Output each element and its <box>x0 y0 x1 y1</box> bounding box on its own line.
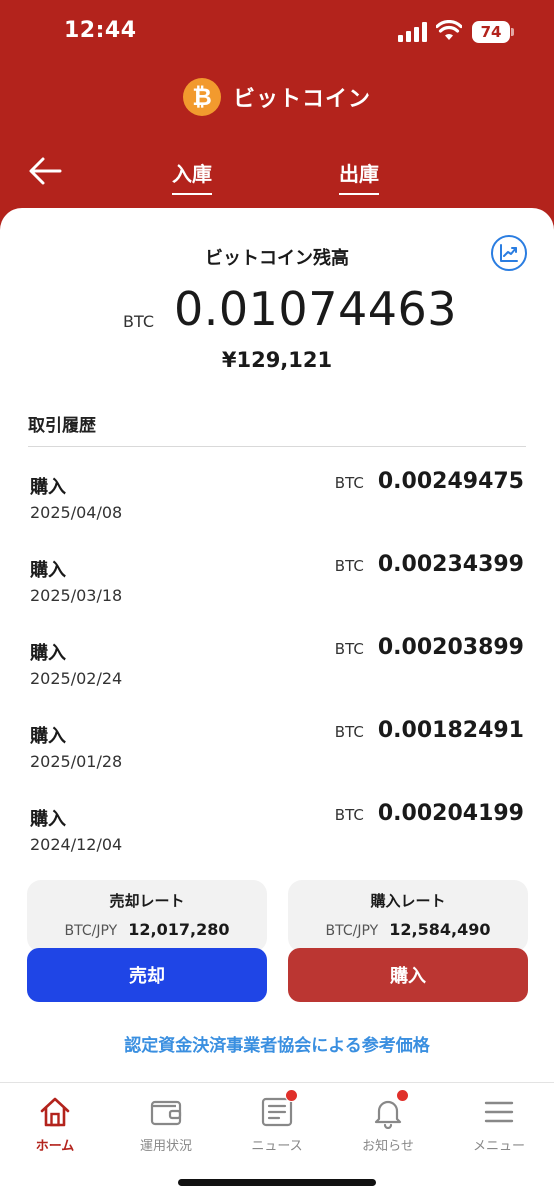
nav-label: ホーム <box>35 1139 75 1154</box>
status-bar: 12:44 74 <box>0 0 554 62</box>
balance-row: BTC 0.01074463 <box>0 282 554 342</box>
buy-rate-box: 購入レート BTC/JPY 12,584,490 <box>288 880 528 952</box>
nav-item-portfolio[interactable]: 運用状況 <box>116 1095 216 1154</box>
sell-rate-row: BTC/JPY 12,017,280 <box>27 920 267 939</box>
buy-rate-panel: 購入レート BTC/JPY 12,584,490 購入 <box>288 880 528 1002</box>
nav-label: メニュー <box>472 1139 525 1154</box>
list-item[interactable]: 購入 2025/04/08 BTC 0.00249475 <box>0 469 554 543</box>
nav-label: 運用状況 <box>139 1139 192 1154</box>
list-item[interactable]: 購入 2025/03/18 BTC 0.00234399 <box>0 552 554 626</box>
balance-jpy: ¥129,121 <box>221 348 333 372</box>
tx-amount-group: BTC 0.00249475 <box>335 469 524 494</box>
tx-date: 2025/04/08 <box>30 503 123 522</box>
history-title: 取引履歴 <box>28 416 96 436</box>
tx-amount-group: BTC 0.00204199 <box>335 801 524 826</box>
bell-icon <box>371 1089 409 1130</box>
tx-amount-group: BTC 0.00203899 <box>335 635 524 660</box>
tx-amount: 0.00182491 <box>377 718 524 743</box>
tx-amount: 0.00203899 <box>377 635 524 660</box>
battery-tip <box>511 28 514 36</box>
battery-level: 74 <box>480 23 502 41</box>
tx-unit: BTC <box>334 474 364 492</box>
list-item[interactable]: 購入 2024/12/04 BTC 0.00204199 <box>0 801 554 875</box>
reference-price-link[interactable]: 認定資金決済事業者協会による参考価格 <box>0 1031 554 1056</box>
sell-rate-panel: 売却レート BTC/JPY 12,017,280 売却 <box>27 880 267 1002</box>
balance-title: ビットコイン残高 <box>205 248 349 269</box>
sell-rate-pair: BTC/JPY <box>64 923 118 939</box>
notification-badge <box>396 1089 409 1102</box>
balance-unit: BTC <box>123 312 154 331</box>
tx-type: 購入 <box>30 809 66 830</box>
tx-date: 2025/02/24 <box>30 669 123 688</box>
buy-rate-value: 12,584,490 <box>389 920 491 939</box>
buy-rate-label: 購入レート <box>370 892 446 910</box>
nav-label: ニュース <box>251 1139 303 1154</box>
balance-amount: 0.01074463 <box>174 282 458 336</box>
notification-badge <box>285 1089 298 1102</box>
tx-amount-group: BTC 0.00234399 <box>335 552 524 577</box>
home-icon <box>38 1095 72 1129</box>
bitcoin-logo-icon: ₿ <box>182 78 221 116</box>
nav-item-notifications[interactable]: お知らせ <box>338 1089 438 1154</box>
tx-type: 購入 <box>30 560 66 581</box>
page-title: ₿ ビットコイン <box>0 76 554 118</box>
buy-rate-pair: BTC/JPY <box>325 923 379 939</box>
nav-item-menu[interactable]: メニュー <box>449 1095 549 1154</box>
coin-name: ビットコイン <box>232 87 371 112</box>
tx-date: 2024/12/04 <box>30 835 123 854</box>
tx-unit: BTC <box>334 557 364 575</box>
tx-type: 購入 <box>30 643 66 664</box>
battery-icon: 74 <box>472 21 510 43</box>
tab-withdraw[interactable]: 出庫 <box>339 158 379 195</box>
tx-amount: 0.00234399 <box>377 552 524 577</box>
tx-unit: BTC <box>334 640 364 658</box>
nav-item-news[interactable]: ニュース <box>227 1089 327 1154</box>
tx-unit: BTC <box>334 723 364 741</box>
sell-rate-box: 売却レート BTC/JPY 12,017,280 <box>27 880 267 952</box>
nav-item-home[interactable]: ホーム <box>5 1095 105 1154</box>
status-time: 12:44 <box>64 18 137 43</box>
wallet-icon <box>149 1095 183 1129</box>
tx-type: 購入 <box>30 477 66 498</box>
tx-amount: 0.00249475 <box>377 469 524 494</box>
tx-amount: 0.00204199 <box>377 801 524 826</box>
cellular-signal-icon <box>398 22 427 42</box>
buy-button[interactable]: 購入 <box>288 948 528 1002</box>
tab-deposit[interactable]: 入庫 <box>172 158 212 195</box>
list-item[interactable]: 購入 2025/01/28 BTC 0.00182491 <box>0 718 554 792</box>
nav-label: お知らせ <box>362 1139 414 1154</box>
buy-rate-row: BTC/JPY 12,584,490 <box>288 920 528 939</box>
sell-rate-value: 12,017,280 <box>128 920 230 939</box>
sell-rate-label: 売却レート <box>109 892 185 910</box>
divider <box>28 446 526 447</box>
wifi-icon <box>436 20 462 40</box>
home-indicator <box>178 1179 376 1186</box>
back-arrow-icon[interactable] <box>28 156 62 186</box>
tx-amount-group: BTC 0.00182491 <box>335 718 524 743</box>
tx-unit: BTC <box>334 806 364 824</box>
menu-icon <box>482 1095 516 1129</box>
tx-type: 購入 <box>30 726 66 747</box>
list-item[interactable]: 購入 2025/02/24 BTC 0.00203899 <box>0 635 554 709</box>
news-icon <box>260 1089 298 1129</box>
sell-button[interactable]: 売却 <box>27 948 267 1002</box>
tx-date: 2025/03/18 <box>30 586 123 605</box>
tx-date: 2025/01/28 <box>30 752 123 771</box>
